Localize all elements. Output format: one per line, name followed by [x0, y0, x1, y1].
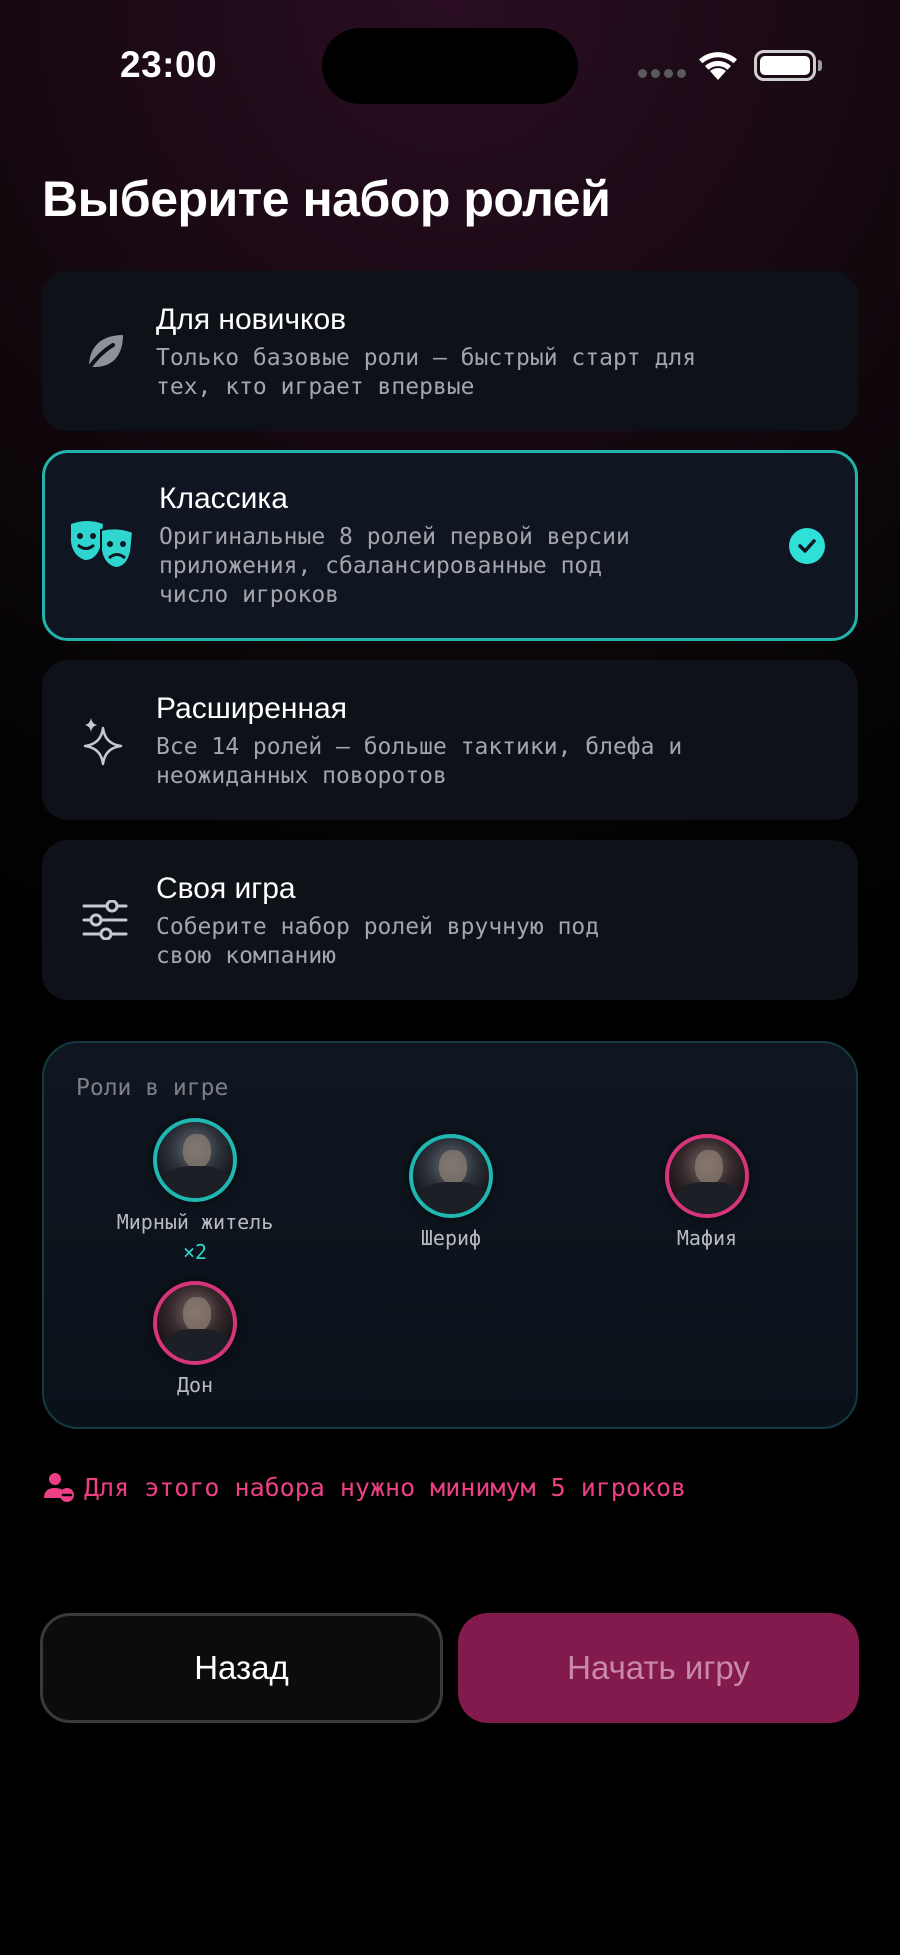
battery-icon: [754, 50, 816, 81]
roles-panel-label: Роли в игре: [76, 1075, 229, 1101]
role-name: Мафия: [676, 1226, 738, 1250]
checkmark-icon: [789, 528, 825, 564]
min-players-warning: Для этого набора нужно минимум 5 игроков: [42, 1470, 686, 1504]
sparkles-icon: [70, 705, 140, 775]
option-card-beginners[interactable]: Для новичков Только базовые роли — быстр…: [42, 271, 858, 431]
role-item-don: Дон: [75, 1281, 315, 1397]
role-item-sheriff: Шериф: [331, 1134, 571, 1250]
role-name: Мирный житель: [116, 1210, 274, 1234]
status-time: 23:00: [120, 44, 218, 85]
start-game-button[interactable]: Начать игру: [458, 1613, 859, 1723]
option-description: Оригинальные 8 ролей первой версии прило…: [159, 524, 630, 608]
role-item-civilian: Мирный житель ×2: [75, 1118, 315, 1264]
roles-panel: Роли в игре Мирный житель ×2 Шериф Мафия…: [42, 1041, 858, 1429]
theater-masks-icon: [67, 510, 137, 580]
role-avatar: [153, 1281, 237, 1365]
user-minus-icon: [44, 1473, 74, 1502]
role-avatar: [409, 1134, 493, 1218]
option-card-custom[interactable]: Своя игра Соберите набор ролей вручную п…: [42, 840, 858, 1000]
option-card-extended[interactable]: Расширенная Все 14 ролей — больше тактик…: [42, 660, 858, 820]
option-description: Соберите набор ролей вручную под свою ко…: [156, 914, 600, 969]
cellular-signal-icon: [638, 69, 686, 78]
option-description: Все 14 ролей — больше тактики, блефа и н…: [156, 734, 683, 789]
role-avatar: [665, 1134, 749, 1218]
sliders-icon: [70, 885, 140, 955]
role-item-mafia: Мафия: [587, 1134, 827, 1250]
option-name: Классика: [159, 482, 288, 515]
option-name: Для новичков: [156, 303, 347, 336]
page-title: Выберите набор ролей: [42, 171, 611, 227]
wifi-icon: [699, 52, 737, 80]
dynamic-island: [322, 28, 578, 104]
option-card-classic[interactable]: Классика Оригинальные 8 ролей первой вер…: [42, 450, 858, 641]
status-bar: 23:00: [0, 0, 900, 130]
role-name: Дон: [176, 1373, 214, 1397]
role-name: Шериф: [420, 1226, 482, 1250]
option-description: Только базовые роли — быстрый старт для …: [156, 345, 697, 400]
back-button[interactable]: Назад: [40, 1613, 443, 1723]
leaf-icon: [70, 316, 140, 386]
role-avatar: [153, 1118, 237, 1202]
option-name: Своя игра: [156, 872, 296, 905]
role-count: ×2: [182, 1240, 208, 1264]
option-name: Расширенная: [156, 692, 347, 725]
warning-text: Для этого набора нужно минимум 5 игроков: [84, 1472, 687, 1502]
